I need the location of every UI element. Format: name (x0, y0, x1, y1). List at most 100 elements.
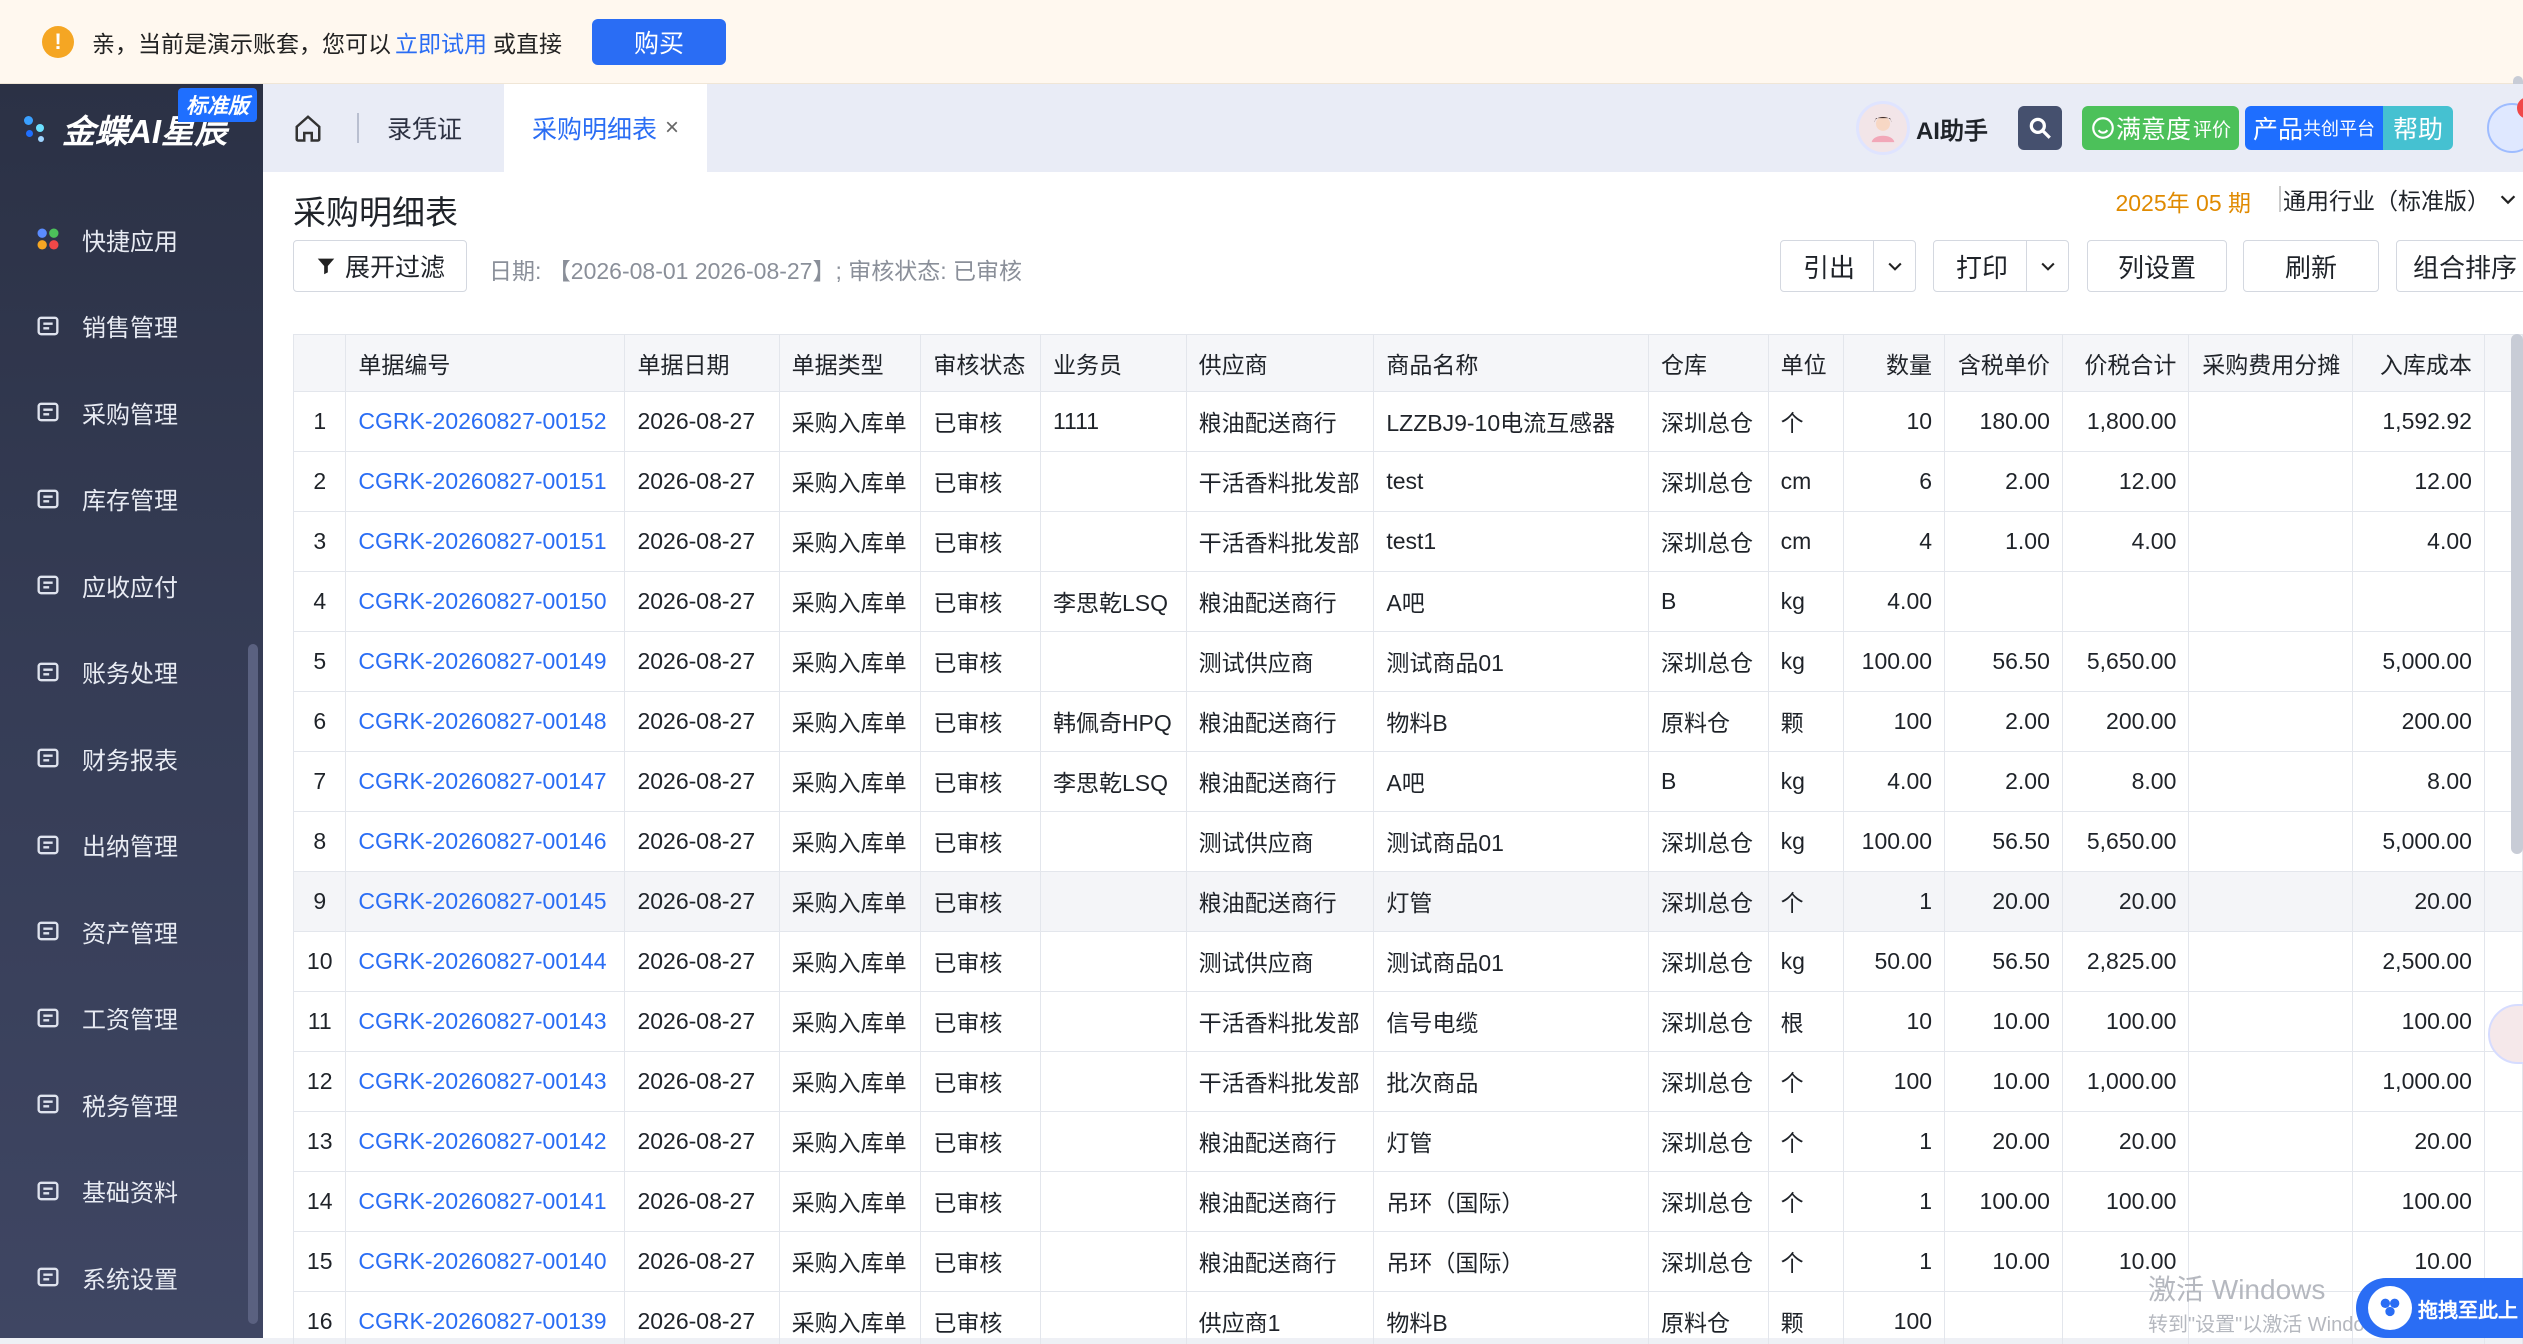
table-scrollbar[interactable] (2511, 334, 2523, 854)
table-row[interactable]: 5 CGRK-20260827-00149 2026-08-27 采购入库单 已审核 测试… (294, 631, 2523, 692)
column-header[interactable]: 含税单价 (1944, 335, 2063, 392)
ai-assistant-avatar[interactable] (1855, 101, 1910, 155)
table-cell (2188, 451, 2354, 512)
product-platform-button[interactable]: 产品 共创平台 (2244, 106, 2383, 150)
chevron-down-icon (2040, 262, 2055, 271)
document-number-link[interactable]: CGRK-20260827-00142 (345, 1111, 626, 1172)
sidebar-item-label: 工资管理 (82, 1007, 178, 1035)
sidebar-item-0[interactable]: 快捷应用 (0, 196, 263, 283)
column-header[interactable]: 商品名称 (1373, 335, 1650, 392)
main-content: 采购明细表 2025年 05 期 通用行业（标准版） 展开过滤 日期: 【202… (263, 172, 2523, 1344)
document-number-link[interactable]: CGRK-20260827-00147 (345, 751, 626, 812)
table-row[interactable]: 11 CGRK-20260827-00143 2026-08-27 采购入库单 已审核 干… (294, 991, 2523, 1052)
table-row[interactable]: 1 CGRK-20260827-00152 2026-08-27 采购入库单 已审核 11… (294, 391, 2523, 452)
document-number-link[interactable]: CGRK-20260827-00148 (345, 691, 626, 752)
column-header[interactable]: 审核状态 (920, 335, 1041, 392)
table-cell: 2026-08-27 (624, 451, 780, 512)
table-row[interactable]: 6 CGRK-20260827-00148 2026-08-27 采购入库单 已审核 韩佩… (294, 691, 2523, 752)
export-label: 引出 (1803, 252, 1856, 283)
column-settings-button[interactable]: 列设置 (2087, 240, 2227, 292)
user-avatar[interactable] (2487, 97, 2523, 153)
satisfaction-button[interactable]: 满意度 评价 (2081, 106, 2239, 150)
sidebar-item-8[interactable]: 资产管理 (0, 888, 263, 975)
document-number-link[interactable]: CGRK-20260827-00151 (345, 511, 626, 572)
table-cell: cm (1768, 511, 1844, 572)
table-cell: 采购入库单 (779, 1051, 922, 1112)
tab-voucher[interactable]: 录凭证 (359, 84, 490, 172)
table-row[interactable]: 3 CGRK-20260827-00151 2026-08-27 采购入库单 已审核 干活… (294, 511, 2523, 572)
sidebar-item-1[interactable]: 销售管理 (0, 283, 263, 370)
table-cell: 粮油配送商行 (1186, 1231, 1375, 1292)
column-header[interactable]: 仓库 (1648, 335, 1769, 392)
close-icon[interactable]: × (665, 114, 679, 142)
document-number-link[interactable]: CGRK-20260827-00139 (345, 1291, 626, 1344)
sidebar-item-6[interactable]: 财务报表 (0, 715, 263, 802)
column-header[interactable]: 单据日期 (624, 335, 780, 392)
document-number-link[interactable]: CGRK-20260827-00152 (345, 391, 626, 452)
export-button[interactable]: 引出 (1780, 240, 1916, 292)
table-cell: 2.00 (1944, 691, 2063, 752)
refresh-button[interactable]: 刷新 (2243, 240, 2379, 292)
tab-purchase-detail-label: 采购明细表 (532, 116, 658, 144)
document-number-link[interactable]: CGRK-20260827-00144 (345, 931, 626, 992)
column-header[interactable]: 单据类型 (779, 335, 922, 392)
search-button[interactable] (2017, 106, 2062, 150)
document-number-link[interactable]: CGRK-20260827-00143 (345, 991, 626, 1052)
sidebar-item-7[interactable]: 出纳管理 (0, 802, 263, 889)
table-cell: 1,592.92 (2352, 391, 2485, 452)
table-row[interactable]: 10 CGRK-20260827-00144 2026-08-27 采购入库单 已审核 测… (294, 931, 2523, 992)
sidebar-item-label: 快捷应用 (82, 228, 178, 256)
combined-sort-button[interactable]: 组合排序 (2396, 240, 2523, 292)
search-icon (2029, 117, 2051, 139)
table-row[interactable]: 12 CGRK-20260827-00143 2026-08-27 采购入库单 已审核 干… (294, 1051, 2523, 1112)
document-number-link[interactable]: CGRK-20260827-00151 (345, 451, 626, 512)
document-number-link[interactable]: CGRK-20260827-00145 (345, 871, 626, 932)
export-dropdown[interactable] (1873, 241, 1915, 291)
column-header[interactable]: 业务员 (1040, 335, 1187, 392)
column-header[interactable] (294, 335, 347, 392)
document-number-link[interactable]: CGRK-20260827-00140 (345, 1231, 626, 1292)
trial-link[interactable]: 立即试用 (395, 25, 487, 59)
sidebar-item-9[interactable]: 工资管理 (0, 975, 263, 1062)
document-number-link[interactable]: CGRK-20260827-00146 (345, 811, 626, 872)
column-header[interactable]: 数量 (1843, 335, 1946, 392)
table-row[interactable]: 14 CGRK-20260827-00141 2026-08-27 采购入库单 已审核 粮… (294, 1171, 2523, 1232)
drag-tip[interactable]: 拖拽至此上 (2356, 1278, 2523, 1338)
document-number-link[interactable]: CGRK-20260827-00149 (345, 631, 626, 692)
sidebar-scrollbar[interactable] (248, 644, 258, 1324)
document-number-link[interactable]: CGRK-20260827-00150 (345, 571, 626, 632)
table-row[interactable]: 7 CGRK-20260827-00147 2026-08-27 采购入库单 已审核 李思… (294, 751, 2523, 812)
period-selector[interactable]: 2025年 05 期 (2115, 184, 2251, 218)
sidebar-item-3[interactable]: 库存管理 (0, 456, 263, 543)
table-row[interactable]: 2 CGRK-20260827-00151 2026-08-27 采购入库单 已审核 干活… (294, 451, 2523, 512)
industry-select[interactable]: 通用行业（标准版） (2283, 178, 2523, 220)
table-row[interactable]: 13 CGRK-20260827-00142 2026-08-27 采购入库单 已审核 粮… (294, 1111, 2523, 1172)
help-button[interactable]: 帮助 (2382, 106, 2453, 150)
table-row[interactable]: 9 CGRK-20260827-00145 2026-08-27 采购入库单 已审核 粮油… (294, 871, 2523, 932)
sidebar-item-5[interactable]: 账务处理 (0, 629, 263, 716)
document-number-link[interactable]: CGRK-20260827-00143 (345, 1051, 626, 1112)
document-number-link[interactable]: CGRK-20260827-00141 (345, 1171, 626, 1232)
logo[interactable]: 金蝶AI星辰 标准版 (0, 84, 263, 174)
ai-assistant-label[interactable]: AI助手 (1916, 111, 1988, 146)
print-dropdown[interactable] (2026, 241, 2068, 291)
table-row[interactable]: 4 CGRK-20260827-00150 2026-08-27 采购入库单 已审核 李思… (294, 571, 2523, 632)
table-cell: 深圳总仓 (1648, 871, 1769, 932)
column-header[interactable]: 供应商 (1186, 335, 1375, 392)
buy-button[interactable]: 购买 (592, 18, 726, 65)
column-header[interactable]: 采购费用分摊 (2188, 335, 2354, 392)
column-header[interactable]: 价税合计 (2062, 335, 2190, 392)
sidebar-item-11[interactable]: 基础资料 (0, 1148, 263, 1235)
sidebar-item-10[interactable]: 税务管理 (0, 1061, 263, 1148)
home-button[interactable] (273, 84, 343, 172)
print-button[interactable]: 打印 (1933, 240, 2069, 292)
column-header[interactable]: 单据编号 (345, 335, 626, 392)
tab-purchase-detail[interactable]: 采购明细表 × (504, 84, 708, 172)
sidebar-item-12[interactable]: 系统设置 (0, 1234, 263, 1321)
column-header[interactable]: 入库成本 (2352, 335, 2485, 392)
expand-filter-button[interactable]: 展开过滤 (293, 240, 467, 292)
sidebar-item-4[interactable]: 应收应付 (0, 542, 263, 629)
sidebar-item-2[interactable]: 采购管理 (0, 369, 263, 456)
table-row[interactable]: 8 CGRK-20260827-00146 2026-08-27 采购入库单 已审核 测试… (294, 811, 2523, 872)
column-header[interactable]: 单位 (1768, 335, 1844, 392)
